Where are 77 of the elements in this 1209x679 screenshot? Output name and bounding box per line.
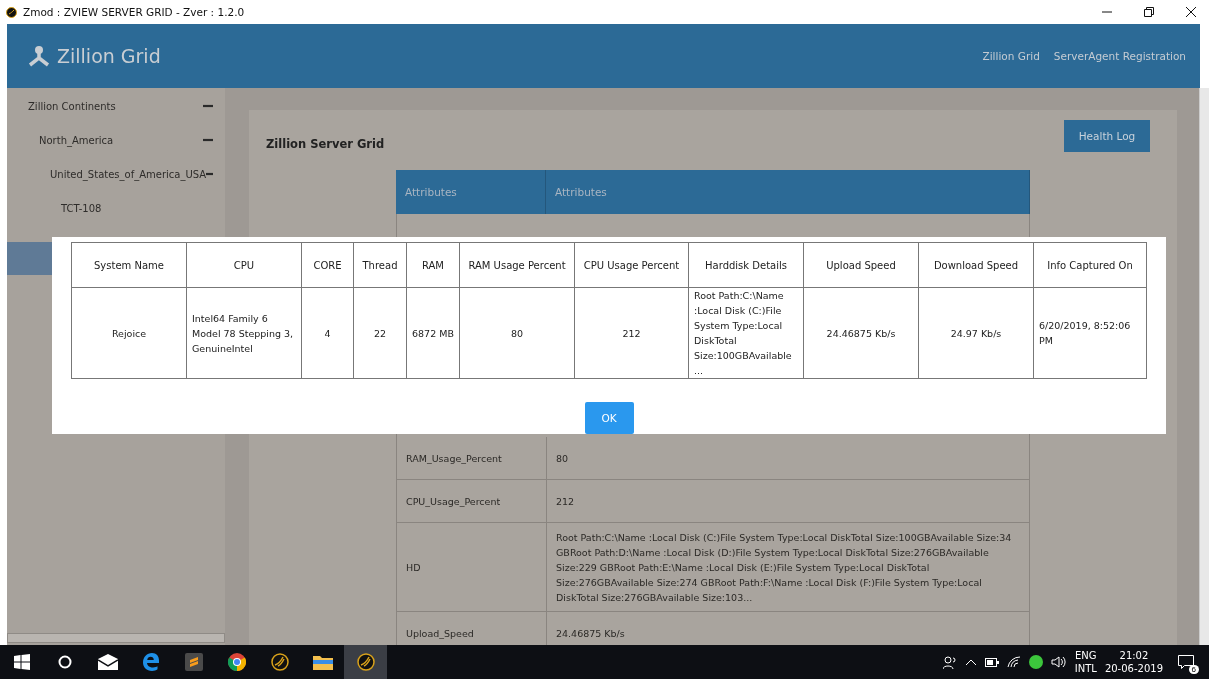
table-cell: 4 [301,287,354,379]
horizontal-scrollbar[interactable] [7,633,225,643]
column-header: Attributes [546,170,1030,214]
language-text: INTL [1074,662,1097,675]
tree-item-label: Zillion Continents [28,100,117,112]
table-cell: Intel64 Family 6 Model 78 Stepping 3, GenuineIntel [186,287,302,379]
table-cell: CPU_Usage_Percent [397,480,547,522]
tree-item[interactable]: Zillion Continents [7,89,225,123]
column-header: Info Captured On [1033,242,1147,288]
tree-item[interactable]: United_States_of_America_USA [7,157,225,191]
table-cell-text: 80 [555,451,570,466]
table-cell: 24.97 Kb/s [918,287,1034,379]
tree-item[interactable]: TCT-108 [7,191,225,225]
envelope-icon [97,654,118,670]
close-icon [1186,7,1196,17]
clock[interactable]: 21:02 20-06-2019 [1104,649,1163,675]
table-cell: Rejoice [71,287,187,379]
people-icon[interactable] [942,655,957,669]
column-header: RAM [406,242,460,288]
column-header: CPU [186,242,302,288]
table-cell: RAM_Usage_Percent [397,437,547,479]
wifi-icon[interactable] [1006,656,1021,668]
table-cell: 24.46875 Kb/s [803,287,919,379]
table-cell: 212 [574,287,689,379]
taskbar-button[interactable] [344,645,387,679]
language-indicator[interactable]: ENG INTL [1074,649,1097,675]
health-log-button[interactable]: Health Log [1064,120,1150,152]
tree-item-label: TCT-108 [61,202,103,214]
language-text: ENG [1074,649,1097,662]
app-logo-icon [270,653,289,671]
notification-count: 6 [1188,665,1199,674]
nav-link[interactable]: ServerAgent Registration [1053,50,1186,62]
table-cell: 22 [353,287,407,379]
column-header: CORE [301,242,354,288]
status-dot-icon[interactable] [1028,655,1043,669]
nav-link[interactable]: Zillion Grid [982,50,1040,62]
speaker-icon[interactable] [1050,656,1067,668]
table-cell-text: 212 [555,494,576,509]
clock-time: 21:02 [1118,649,1150,662]
table-cell: 6/20/2019, 8:52:06 PM [1033,287,1147,379]
editor-app-icon [184,653,203,671]
windows-logo-icon [13,654,30,670]
tree-item-label: North_America [39,134,115,146]
table-cell: Root Path:C:\Name :Local Disk (C:)File System Type:Local DiskTotal Size:100GBAvailable ... [688,287,804,379]
vertical-scrollbar[interactable] [1199,88,1209,645]
app-logo-icon [356,653,375,671]
column-header: System Name [71,242,187,288]
table-cell-text: Root Path:C:\Name :Local Disk (C:)File System Type:Local DiskTotal Size:100GBAvailable Size:34 GBRoot Path:D:\Name :Local Disk (D:)File System Type:Local DiskTotal Size:276GBAvailable Size:229 GBRoot Path:E:\Name :Local Disk (E:)File System Type:Local DiskTotal Size:276GBAvailable Size:274 GBRoot Path:F:\Name :Local Disk (F:)File System Type:Local DiskTotal Size:276GBAvailable Size:103... [555,530,1013,605]
column-header: RAM Usage Percent [459,242,575,288]
tree-item-label: United_States_of_America_USA [50,168,207,180]
page-title: Zillion Server Grid [266,137,385,151]
column-header: Upload Speed [803,242,919,288]
folder-icon [312,654,333,670]
ok-button[interactable]: OK [584,402,634,434]
clock-date: 20-06-2019 [1104,662,1163,675]
caret-up-icon[interactable] [964,658,977,666]
restore-icon [1144,7,1154,17]
table-cell: 6872 MB [406,287,460,379]
column-header: Download Speed [918,242,1034,288]
search-icon [57,655,72,669]
brand-name: Zillion Grid [57,45,162,67]
notifications-button[interactable]: 6 [1171,645,1201,679]
table-cell: 80 [459,287,575,379]
column-header: Harddisk Details [688,242,804,288]
chrome-browser-icon [227,653,246,671]
table-cell: HD [397,523,547,611]
table-cell-text: 24.46875 Kb/s [555,626,626,641]
tree-item[interactable]: North_America [7,123,225,157]
column-header: CPU Usage Percent [574,242,689,288]
network-logo-icon [27,45,51,67]
column-header: Attributes [396,170,546,214]
column-header: Thread [353,242,407,288]
browser-e-icon [141,653,160,671]
battery-icon[interactable] [984,657,999,667]
message-icon [1178,655,1194,669]
app-logo-icon [6,6,17,18]
window-title: Zmod : ZVIEW SERVER GRID - Zver : 1.2.0 [23,6,246,18]
